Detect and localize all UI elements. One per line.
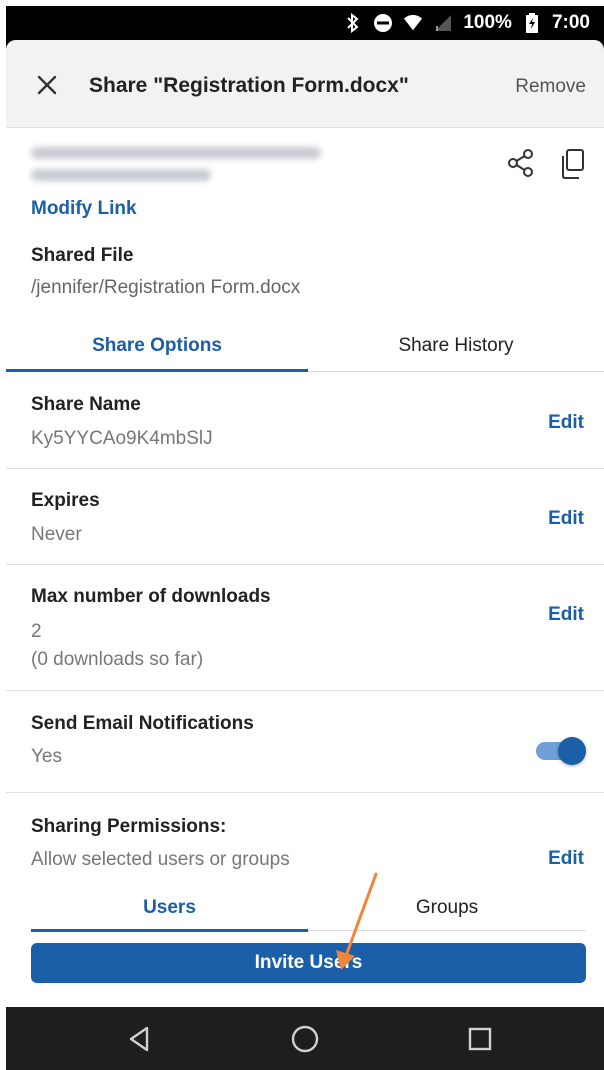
phone-frame: 100% 7:00 Share "Registration Form.docx"…	[6, 6, 604, 1070]
active-subtab-indicator	[31, 929, 308, 932]
share-sheet: Share "Registration Form.docx" Remove Mo…	[6, 40, 604, 1007]
close-icon[interactable]	[32, 70, 62, 100]
recents-icon[interactable]	[464, 1023, 496, 1055]
bluetooth-icon	[343, 13, 363, 33]
expires-label: Expires	[31, 490, 100, 511]
share-name-edit-button[interactable]: Edit	[548, 412, 584, 434]
email-notifications-toggle[interactable]	[536, 737, 586, 765]
annotation-arrow-icon	[336, 872, 378, 970]
status-bar: 100% 7:00	[6, 6, 604, 40]
shared-file-label: Shared File	[31, 245, 134, 266]
downloads-so-far: (0 downloads so far)	[31, 649, 204, 670]
share-name-value: Ky5YYCAo9K4mbSlJ	[31, 428, 213, 449]
copy-icon[interactable]	[559, 148, 587, 180]
shared-file-path: /jennifer/Registration Form.docx	[31, 277, 301, 298]
max-downloads-label: Max number of downloads	[31, 586, 271, 607]
home-icon[interactable]	[289, 1023, 321, 1055]
battery-icon	[522, 13, 542, 33]
sharing-permissions-edit-button[interactable]: Edit	[548, 848, 584, 870]
sheet-title: Share "Registration Form.docx"	[89, 74, 409, 97]
toggle-thumb	[558, 737, 586, 765]
email-notifications-value: Yes	[31, 746, 62, 767]
navigation-bar	[6, 1007, 604, 1070]
share-icon[interactable]	[506, 148, 536, 178]
tab-share-options[interactable]: Share Options	[6, 320, 308, 372]
back-icon[interactable]	[123, 1023, 155, 1055]
tab-users[interactable]: Users	[31, 887, 308, 929]
share-tabs: Share Options Share History	[6, 320, 604, 372]
share-name-label: Share Name	[31, 394, 141, 415]
max-downloads-edit-button[interactable]: Edit	[548, 604, 584, 626]
sharing-permissions-value: Allow selected users or groups	[31, 849, 290, 870]
do-not-disturb-icon	[373, 13, 393, 33]
email-notifications-label: Send Email Notifications	[31, 713, 254, 734]
expires-edit-button[interactable]: Edit	[548, 508, 584, 530]
clock: 7:00	[551, 12, 590, 33]
sheet-header: Share "Registration Form.docx" Remove	[6, 40, 604, 128]
permission-tabs: Users Groups	[31, 887, 586, 933]
expires-row: Expires Never Edit	[6, 469, 604, 565]
share-name-row: Share Name Ky5YYCAo9K4mbSlJ Edit	[6, 373, 604, 469]
max-downloads-row: Max number of downloads 2 (0 downloads s…	[6, 565, 604, 691]
invite-users-button[interactable]: Invite Users	[31, 943, 586, 983]
email-notifications-row: Send Email Notifications Yes	[6, 691, 604, 793]
max-downloads-value: 2	[31, 621, 42, 642]
sharing-permissions-row: Sharing Permissions: Allow selected user…	[6, 793, 604, 885]
battery-percent: 100%	[463, 12, 512, 33]
expires-value: Never	[31, 524, 82, 545]
sharing-permissions-label: Sharing Permissions:	[31, 816, 227, 837]
wifi-icon	[403, 13, 423, 33]
modify-link-button[interactable]: Modify Link	[31, 198, 137, 220]
remove-button[interactable]: Remove	[515, 76, 586, 98]
active-tab-indicator	[6, 369, 308, 372]
tab-share-history[interactable]: Share History	[308, 320, 604, 372]
share-link-url	[31, 141, 331, 187]
signal-icon	[433, 13, 453, 33]
